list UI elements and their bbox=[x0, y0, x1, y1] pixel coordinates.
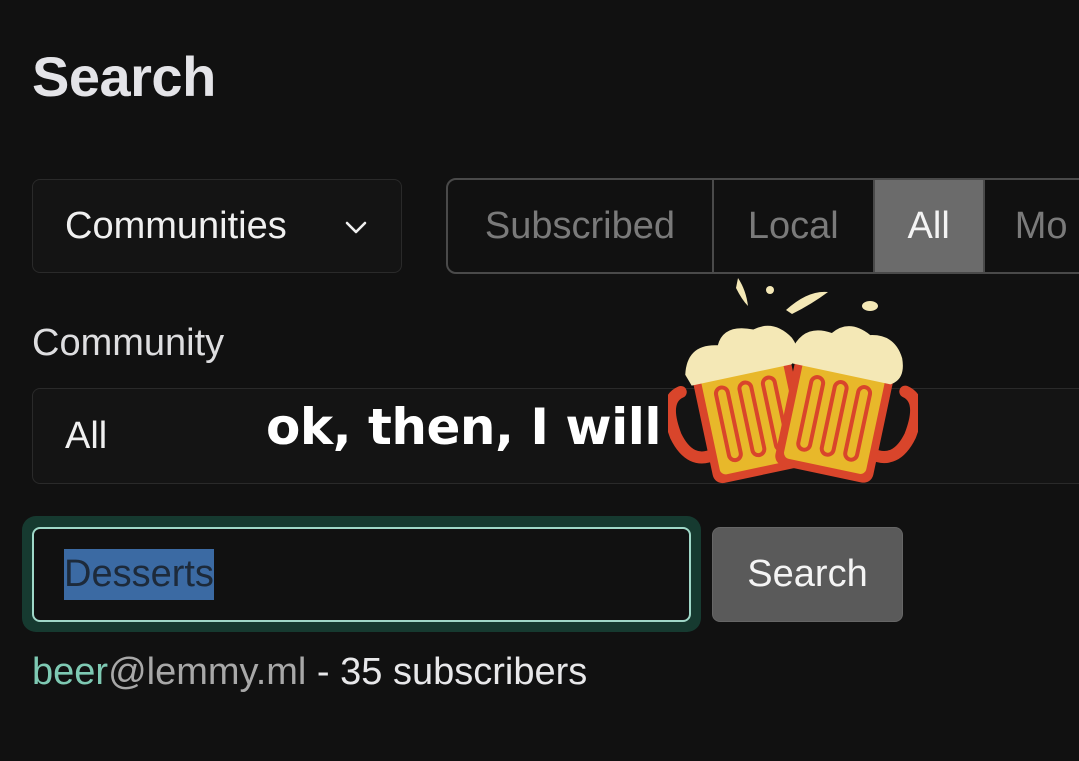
listing-type-tabs: Subscribed Local All Mo bbox=[446, 178, 1079, 274]
tab-local[interactable]: Local bbox=[714, 180, 875, 272]
search-input[interactable]: Desserts bbox=[32, 527, 691, 622]
search-input-value: Desserts bbox=[64, 549, 214, 600]
tab-subscribed[interactable]: Subscribed bbox=[448, 180, 714, 272]
search-type-select[interactable]: Communities bbox=[32, 179, 402, 273]
community-name-link[interactable]: beer bbox=[32, 651, 108, 693]
community-select-value: All bbox=[65, 414, 108, 457]
beer-mugs-cheers-icon bbox=[668, 278, 918, 484]
chevron-down-icon bbox=[345, 221, 367, 234]
search-type-value: Communities bbox=[65, 204, 287, 247]
search-button[interactable]: Search bbox=[712, 527, 903, 622]
subscriber-count: 35 subscribers bbox=[340, 651, 588, 693]
community-instance: @lemmy.ml bbox=[108, 651, 307, 693]
page-title: Search bbox=[32, 45, 216, 108]
meme-caption: ok, then, I will bbox=[266, 398, 662, 456]
tab-moderator[interactable]: Mo bbox=[985, 180, 1079, 272]
tab-all[interactable]: All bbox=[874, 180, 985, 272]
list-item: beer@lemmy.ml - 35 subscribers bbox=[32, 651, 587, 694]
community-label: Community bbox=[32, 322, 225, 364]
result-separator: - bbox=[306, 651, 341, 693]
